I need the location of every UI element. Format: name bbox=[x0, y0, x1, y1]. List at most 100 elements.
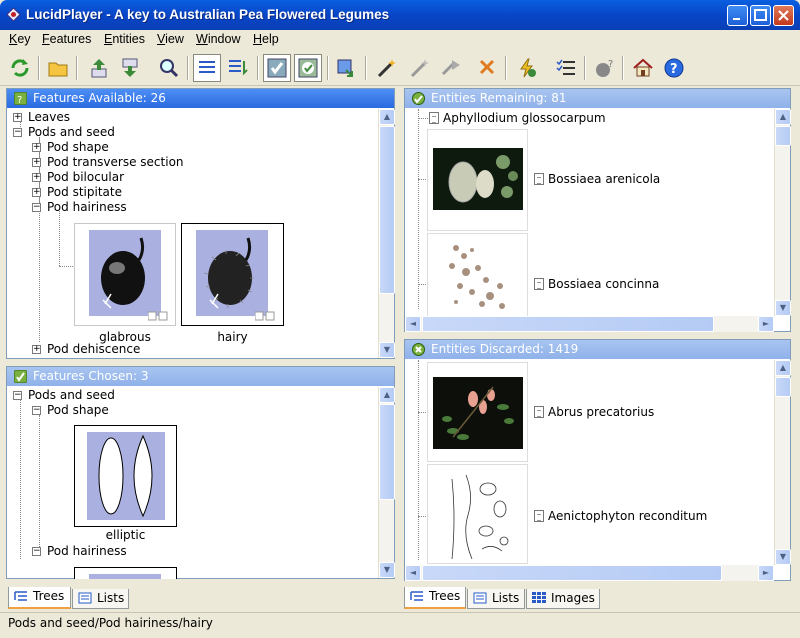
entity-image-card[interactable] bbox=[427, 464, 528, 564]
features-chosen-scrollbar[interactable]: ▲ ▼ bbox=[378, 387, 395, 578]
glabrous-pod-image bbox=[89, 230, 161, 316]
menu-help[interactable]: Help bbox=[253, 32, 279, 46]
entities-remaining-list: Aphyllodium glossocarpum Bossiaea arenic… bbox=[405, 109, 775, 317]
features-available-scrollbar[interactable]: ▲ ▼ bbox=[378, 109, 395, 358]
tab-trees-right[interactable]: Trees bbox=[404, 587, 466, 609]
arrow-down-icon bbox=[122, 58, 138, 77]
entities-remaining-hscroll[interactable]: ◄ ► bbox=[405, 316, 774, 332]
scroll-up-arrow[interactable]: ▲ bbox=[775, 360, 791, 376]
entity-image-card[interactable] bbox=[427, 233, 528, 317]
tree-icon bbox=[14, 591, 27, 601]
maximize-button[interactable] bbox=[750, 5, 771, 26]
menu-view[interactable]: View bbox=[157, 32, 184, 46]
state-card-hairy-chosen[interactable] bbox=[74, 567, 177, 579]
tree-icon bbox=[410, 591, 423, 601]
hairy-pod-image bbox=[196, 230, 268, 316]
state-card-hairy[interactable] bbox=[181, 223, 284, 326]
scroll-down-arrow[interactable]: ▼ bbox=[775, 300, 791, 316]
svg-text:?: ? bbox=[17, 95, 22, 105]
entity-image-card[interactable] bbox=[427, 129, 528, 231]
entities-remaining-title: Entities Remaining: 81 bbox=[431, 91, 567, 105]
entity-photo-bossiaea-arenicola bbox=[433, 148, 523, 210]
sort-button[interactable] bbox=[224, 54, 252, 82]
prune-button[interactable] bbox=[472, 54, 500, 82]
scroll-right-arrow[interactable]: ► bbox=[758, 565, 774, 581]
demote-button[interactable] bbox=[116, 54, 144, 82]
image-select-icon bbox=[298, 58, 318, 78]
state-label-hairy: hairy bbox=[217, 330, 248, 344]
state-info-icons bbox=[255, 311, 275, 321]
entities-discarded-title: Entities Discarded: 1419 bbox=[431, 342, 579, 356]
restart-button[interactable] bbox=[6, 54, 34, 82]
scroll-down-arrow[interactable]: ▼ bbox=[775, 549, 791, 565]
list-icon bbox=[199, 61, 215, 73]
promote-button[interactable] bbox=[85, 54, 113, 82]
features-available-tree: + Leaves − Pods and seed + Pod shape + Pod t… bbox=[7, 109, 379, 359]
menu-key[interactable]: Key bbox=[9, 32, 31, 46]
entity-action-button[interactable] bbox=[333, 54, 361, 82]
tab-images-right[interactable]: Images bbox=[526, 589, 600, 609]
scroll-up-arrow[interactable]: ▲ bbox=[775, 109, 791, 125]
question-gray-icon: ? bbox=[596, 59, 613, 77]
refresh-icon bbox=[11, 59, 29, 77]
lightning-button[interactable] bbox=[513, 54, 541, 82]
scroll-left-arrow[interactable]: ◄ bbox=[405, 565, 421, 581]
explain-button[interactable]: ? bbox=[591, 54, 619, 82]
scroll-thumb[interactable] bbox=[775, 377, 791, 397]
menu-window[interactable]: Window bbox=[196, 32, 240, 46]
title-bar: LucidPlayer - A key to Australian Pea Fl… bbox=[0, 0, 800, 30]
help-button[interactable]: ? bbox=[660, 54, 688, 82]
state-card-glabrous[interactable] bbox=[74, 223, 176, 326]
scroll-thumb[interactable] bbox=[379, 126, 395, 294]
menu-entities[interactable]: Entities bbox=[104, 32, 145, 46]
show-images-button[interactable] bbox=[263, 54, 291, 82]
home-button[interactable] bbox=[629, 54, 657, 82]
entity-drawing-aenictophyton-reconditum bbox=[451, 474, 509, 560]
checkmark-icon bbox=[14, 370, 27, 383]
scroll-left-arrow[interactable]: ◄ bbox=[405, 316, 421, 332]
scissors-icon bbox=[479, 59, 495, 75]
toolbar: ? ? bbox=[0, 50, 800, 86]
scroll-thumb[interactable] bbox=[422, 316, 714, 332]
entities-discarded-hscroll[interactable]: ◄ ► bbox=[405, 565, 774, 581]
scroll-thumb[interactable] bbox=[379, 404, 395, 500]
menu-bar: Key Features Entities View Window Help bbox=[0, 30, 800, 50]
differences-button[interactable] bbox=[437, 54, 465, 82]
best-button[interactable] bbox=[373, 54, 401, 82]
scroll-up-arrow[interactable]: ▲ bbox=[379, 387, 395, 403]
scroll-thumb[interactable] bbox=[422, 565, 722, 581]
menu-features[interactable]: Features bbox=[42, 32, 91, 46]
entities-discarded-pane: Entities Discarded: 1419 Abrus precatori… bbox=[404, 339, 791, 581]
similarities-button[interactable] bbox=[406, 54, 434, 82]
entities-remaining-vscroll[interactable]: ▲ ▼ bbox=[774, 109, 791, 316]
tab-trees-left[interactable]: Trees bbox=[8, 587, 71, 609]
x-circle-icon bbox=[412, 343, 425, 356]
show-thumbnails-button[interactable] bbox=[294, 54, 322, 82]
scroll-down-arrow[interactable]: ▼ bbox=[379, 562, 395, 578]
arrow-right-gray-icon bbox=[441, 60, 460, 76]
features-available-title: Features Available: 26 bbox=[33, 91, 166, 105]
scroll-right-arrow[interactable]: ► bbox=[758, 316, 774, 332]
entities-discarded-vscroll[interactable]: ▲ ▼ bbox=[774, 360, 791, 565]
list-view-button[interactable] bbox=[193, 54, 221, 82]
open-button[interactable] bbox=[44, 54, 72, 82]
minimize-button[interactable] bbox=[727, 5, 748, 26]
list-icon bbox=[78, 592, 92, 604]
entity-photo-abrus-precatorius bbox=[433, 377, 523, 449]
tab-lists-right[interactable]: Lists bbox=[467, 589, 525, 609]
scroll-thumb[interactable] bbox=[775, 126, 791, 146]
close-button[interactable] bbox=[773, 5, 794, 26]
close-icon bbox=[778, 10, 789, 21]
entities-remaining-header: Entities Remaining: 81 bbox=[405, 89, 790, 108]
entity-arrow-icon bbox=[337, 59, 353, 77]
state-card-elliptic[interactable] bbox=[74, 425, 177, 527]
scroll-down-arrow[interactable]: ▼ bbox=[379, 342, 395, 358]
elliptic-pod-image bbox=[87, 432, 165, 520]
scroll-up-arrow[interactable]: ▲ bbox=[379, 109, 395, 125]
features-chosen-header: Features Chosen: 3 bbox=[7, 367, 394, 386]
svg-text:?: ? bbox=[670, 62, 678, 77]
entity-image-card[interactable] bbox=[427, 362, 528, 462]
find-button[interactable] bbox=[155, 54, 183, 82]
checklist-button[interactable] bbox=[552, 54, 580, 82]
tab-lists-left[interactable]: Lists bbox=[72, 589, 129, 609]
